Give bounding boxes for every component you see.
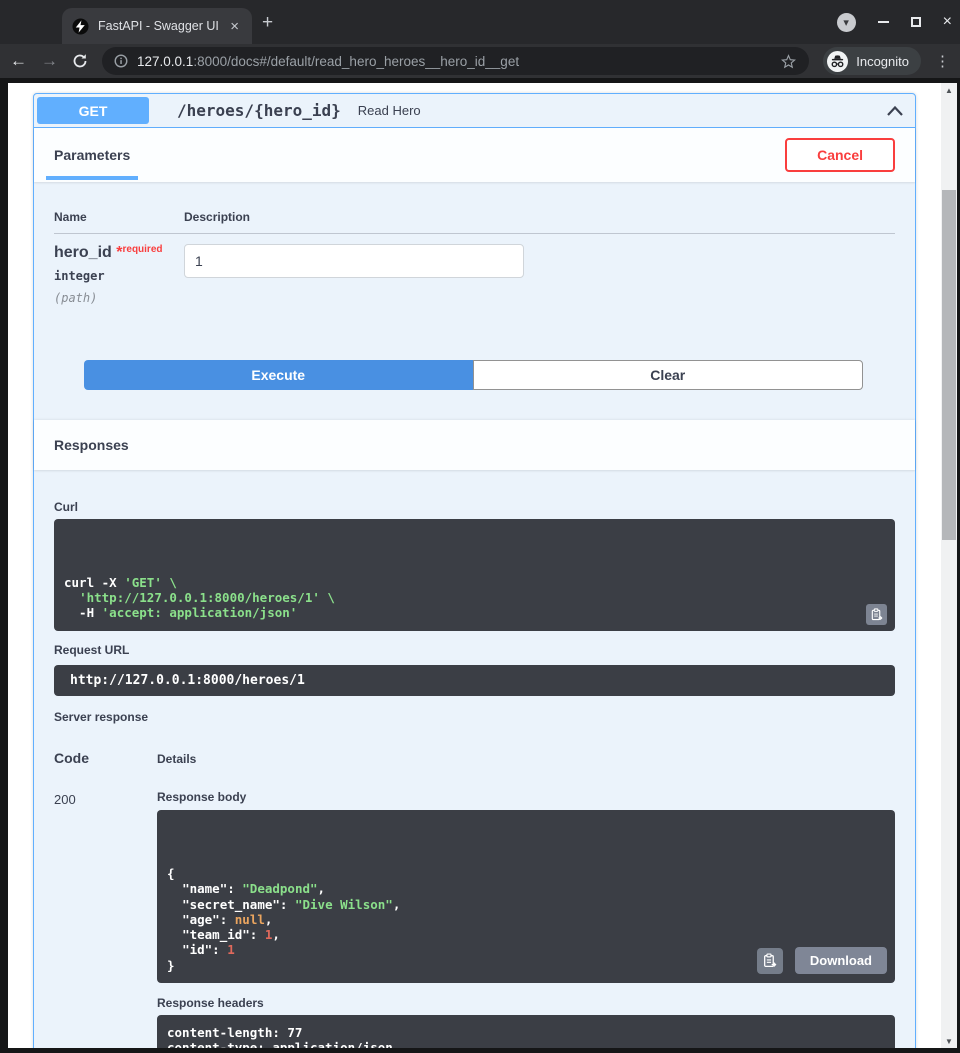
server-response-label: Server response: [54, 710, 895, 724]
responses-section-header: Responses: [34, 420, 915, 470]
swagger-page: GET /heroes/{hero_id} Read Hero Paramete…: [8, 83, 941, 1048]
back-button[interactable]: ←: [10, 51, 27, 71]
bookmark-star-icon[interactable]: [780, 53, 797, 70]
copy-curl-button[interactable]: [866, 604, 887, 625]
download-button[interactable]: Download: [795, 947, 887, 974]
incognito-badge: Incognito: [823, 47, 921, 75]
parameter-location: (path): [54, 291, 184, 305]
response-headers-block: content-length: 77content-type: applicat…: [157, 1015, 895, 1048]
tab-close-icon[interactable]: ×: [227, 18, 242, 35]
incognito-label: Incognito: [856, 54, 909, 69]
fastapi-favicon-icon: [72, 18, 89, 35]
server-response-details-header: Details: [157, 752, 196, 766]
tab-title: FastAPI - Swagger UI: [98, 19, 218, 33]
browser-tabstrip: FastAPI - Swagger UI × + ▾ ×: [0, 0, 960, 44]
response-headers-label: Response headers: [157, 996, 895, 1010]
parameters-header: Parameters Cancel: [34, 128, 915, 182]
forward-button[interactable]: →: [41, 51, 58, 71]
status-code: 200: [54, 790, 157, 1048]
url-text: 127.0.0.1:8000/docs#/default/read_hero_h…: [137, 54, 771, 69]
browser-toolbar: ← → 127.0.0.1:8000/docs#/default/read_he…: [0, 44, 960, 78]
column-header-description: Description: [184, 210, 250, 224]
http-method-badge: GET: [37, 97, 149, 124]
parameter-row: hero_id *required integer (path): [54, 234, 895, 305]
endpoint-summary: Read Hero: [358, 103, 885, 118]
curl-code-block: curl -X 'GET' \ 'http://127.0.0.1:8000/h…: [54, 519, 895, 631]
request-url-label: Request URL: [54, 643, 895, 657]
parameter-type: integer: [54, 269, 184, 283]
endpoint-path: /heroes/{hero_id}: [177, 101, 341, 120]
responses-title: Responses: [54, 437, 129, 453]
clipboard-icon: [870, 608, 883, 621]
parameters-section: Name Description hero_id *required integ…: [34, 182, 915, 420]
server-response-row: 200 Response body: [54, 790, 895, 1048]
address-bar[interactable]: 127.0.0.1:8000/docs#/default/read_hero_h…: [102, 47, 809, 75]
minimize-button[interactable]: [878, 21, 889, 23]
cancel-button[interactable]: Cancel: [785, 138, 895, 172]
clear-button[interactable]: Clear: [473, 360, 864, 390]
maximize-button[interactable]: [911, 17, 921, 27]
responses-section: Curl curl -X 'GET' \ 'http://127.0.0.1:8…: [34, 470, 915, 1048]
clipboard-icon: [762, 953, 777, 968]
copy-response-button[interactable]: [757, 948, 783, 974]
required-label: required: [122, 244, 162, 255]
active-tab-underline: [46, 176, 138, 180]
hero-id-input[interactable]: [184, 244, 524, 278]
tab-parameters[interactable]: Parameters: [54, 147, 130, 163]
browser-menu-icon[interactable]: ⋮: [935, 52, 950, 70]
execute-button[interactable]: Execute: [84, 360, 473, 390]
window-close-button[interactable]: ×: [943, 16, 952, 28]
page-scrollbar[interactable]: ▲ ▼: [941, 83, 957, 1048]
request-url-block: http://127.0.0.1:8000/heroes/1: [54, 665, 895, 696]
reload-button[interactable]: [72, 53, 88, 69]
parameter-name: hero_id *required: [54, 244, 184, 262]
scrollbar-thumb[interactable]: [942, 190, 956, 540]
site-info-icon[interactable]: [114, 54, 128, 68]
incognito-icon: [830, 54, 845, 69]
column-header-name: Name: [54, 210, 184, 224]
collapse-chevron-icon[interactable]: [885, 103, 905, 119]
browser-update-icon[interactable]: ▾: [837, 13, 856, 32]
opblock-header[interactable]: GET /heroes/{hero_id} Read Hero: [34, 94, 915, 128]
scroll-up-icon[interactable]: ▲: [941, 83, 957, 97]
server-response-code-header: Code: [54, 750, 157, 766]
curl-label: Curl: [54, 500, 895, 514]
opblock-get-heroes: GET /heroes/{hero_id} Read Hero Paramete…: [33, 93, 916, 1048]
browser-tab[interactable]: FastAPI - Swagger UI ×: [62, 8, 252, 44]
new-tab-button[interactable]: +: [262, 13, 273, 32]
response-body-label: Response body: [157, 790, 895, 804]
scroll-down-icon[interactable]: ▼: [941, 1034, 957, 1048]
response-body-block: Download { "name": "Deadpond", "secret_n…: [157, 810, 895, 983]
